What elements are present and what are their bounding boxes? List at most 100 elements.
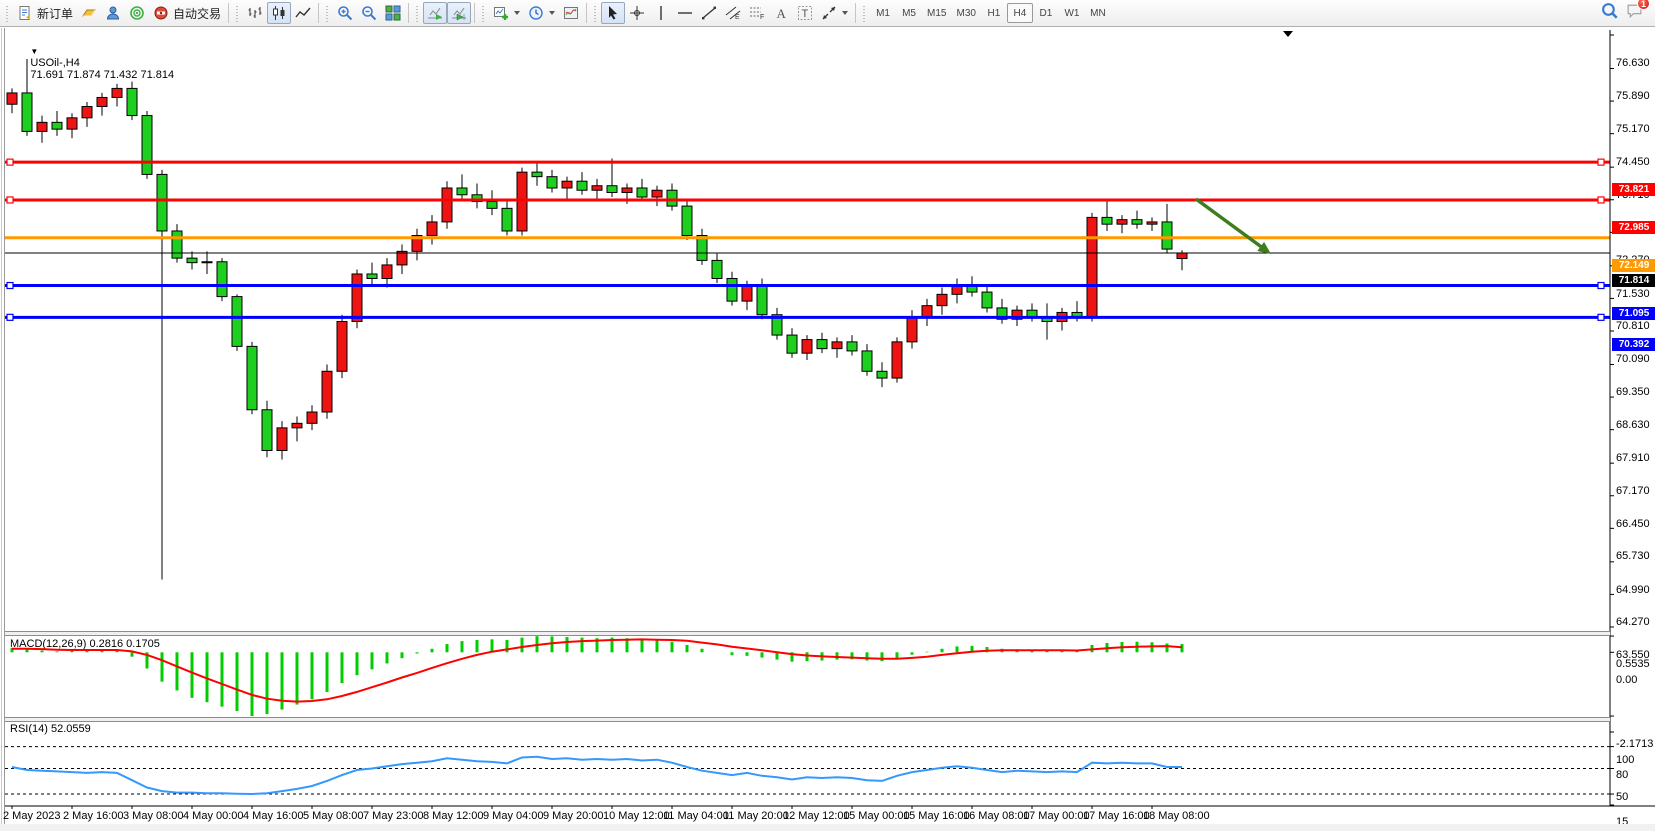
linechart-icon bbox=[295, 5, 311, 21]
newchart-icon bbox=[493, 5, 509, 21]
toolbar-group: E FAT bbox=[601, 0, 852, 26]
price-tick-label: 67.910 bbox=[1616, 452, 1650, 464]
mt4-window: 新订单 自动交易 E FAT M1M5M15M30H1H4D1W1MN 1 ▼ USOil… bbox=[0, 0, 1655, 831]
date-tick-label: 15 May 00:00 bbox=[843, 810, 910, 822]
toolbar-drag-handle[interactable] bbox=[593, 4, 598, 22]
macd-axis-label: -2.1713 bbox=[1616, 738, 1653, 750]
signal-icon-button[interactable] bbox=[125, 2, 149, 24]
main-toolbar: 新订单 自动交易 E FAT M1M5M15M30H1H4D1W1MN 1 bbox=[0, 0, 1655, 27]
toolbar-drag-handle[interactable] bbox=[862, 4, 867, 22]
chartshift-icon bbox=[451, 5, 467, 21]
indicators-button[interactable] bbox=[559, 2, 583, 24]
doc-icon bbox=[17, 5, 33, 21]
tile-icon bbox=[385, 5, 401, 21]
date-tick-label: 3 May 08:00 bbox=[123, 810, 184, 822]
chevron-down-icon[interactable] bbox=[514, 11, 520, 15]
trendline-button[interactable] bbox=[697, 2, 721, 24]
pane-separator-rsi[interactable] bbox=[5, 717, 1610, 722]
price-tick-label: 74.450 bbox=[1616, 156, 1650, 168]
zoom-out-button[interactable] bbox=[357, 2, 381, 24]
arrows-button[interactable] bbox=[817, 2, 852, 24]
zoomin-icon bbox=[337, 5, 353, 21]
chart-shift-button[interactable] bbox=[447, 2, 471, 24]
text-button[interactable]: A bbox=[769, 2, 793, 24]
date-tick-label: 4 May 16:00 bbox=[243, 810, 304, 822]
fibonacci-button[interactable]: F bbox=[745, 2, 769, 24]
timeframe-button-m5[interactable]: M5 bbox=[896, 3, 922, 23]
period-clock-button[interactable] bbox=[524, 2, 559, 24]
zoom-in-button[interactable] bbox=[333, 2, 357, 24]
toolbar-drag-handle[interactable] bbox=[5, 4, 10, 22]
price-tick-label: 69.350 bbox=[1616, 386, 1650, 398]
auto-scroll-button[interactable] bbox=[423, 2, 447, 24]
toolbar-group bbox=[243, 0, 315, 26]
crosshair-icon bbox=[629, 5, 645, 21]
macd-axis-label: 0.5535 bbox=[1616, 658, 1650, 670]
timeframe-button-w1[interactable]: W1 bbox=[1059, 3, 1085, 23]
person-icon bbox=[105, 5, 121, 21]
bars-icon bbox=[247, 5, 263, 21]
rsi-axis-label: 80 bbox=[1616, 769, 1628, 781]
candlestick-chart-button[interactable] bbox=[267, 2, 291, 24]
timeframe-button-m30[interactable]: M30 bbox=[951, 3, 980, 23]
toolbar-drag-handle[interactable] bbox=[325, 4, 330, 22]
bar-chart-button[interactable] bbox=[243, 2, 267, 24]
timeframe-button-d1[interactable]: D1 bbox=[1033, 3, 1059, 23]
price-tick-label: 65.730 bbox=[1616, 550, 1650, 562]
horizontal-line-button[interactable] bbox=[673, 2, 697, 24]
date-tick-label: 12 May 12:00 bbox=[783, 810, 850, 822]
pane-separator-macd[interactable] bbox=[5, 631, 1610, 636]
text-label-button[interactable]: T bbox=[793, 2, 817, 24]
date-tick-label: 9 May 04:00 bbox=[483, 810, 544, 822]
new-chart-button[interactable] bbox=[489, 2, 524, 24]
autoscroll-icon bbox=[427, 5, 443, 21]
signal-icon bbox=[129, 5, 145, 21]
timeframe-toolbar: M1M5M15M30H1H4D1W1MN bbox=[870, 0, 1111, 26]
tile-windows-button[interactable] bbox=[381, 2, 405, 24]
toolbar-drag-handle[interactable] bbox=[415, 4, 420, 22]
autotrading-button[interactable]: 自动交易 bbox=[149, 2, 225, 24]
price-tick-label: 64.990 bbox=[1616, 584, 1650, 596]
chart-window[interactable]: ▼ USOil-,H4 71.691 71.874 71.432 71.814 … bbox=[0, 28, 1655, 831]
toolbar-group bbox=[423, 0, 471, 26]
toolbar-group bbox=[333, 0, 405, 26]
toolbar-separator bbox=[474, 3, 475, 23]
vertical-line-button[interactable] bbox=[649, 2, 673, 24]
svg-text:T: T bbox=[802, 8, 809, 20]
date-tick-label: 2 May 2023 bbox=[3, 810, 60, 822]
hline-price-label: 72.985 bbox=[1612, 221, 1655, 234]
gold-wedge-icon-button[interactable] bbox=[77, 2, 101, 24]
price-tick-label: 70.810 bbox=[1616, 320, 1650, 332]
cursor-icon bbox=[605, 5, 621, 21]
date-tick-label: 11 May 20:00 bbox=[723, 810, 789, 822]
timeframe-button-m15[interactable]: M15 bbox=[922, 3, 951, 23]
chevron-down-icon[interactable] bbox=[549, 11, 555, 15]
hline-price-label: 71.095 bbox=[1612, 307, 1655, 320]
market-watch-icon-button[interactable] bbox=[101, 2, 125, 24]
line-chart-button[interactable] bbox=[291, 2, 315, 24]
zoomout-icon bbox=[361, 5, 377, 21]
toolbar-drag-handle[interactable] bbox=[235, 4, 240, 22]
toolbar-drag-handle[interactable] bbox=[481, 4, 486, 22]
timeframe-button-h4[interactable]: H4 bbox=[1007, 3, 1033, 23]
hline-price-label: 70.392 bbox=[1612, 338, 1655, 351]
crosshair-button[interactable] bbox=[625, 2, 649, 24]
toolbar-group: 新订单 自动交易 bbox=[13, 0, 225, 26]
new-order-button[interactable]: 新订单 bbox=[13, 2, 77, 24]
chart-canvas[interactable] bbox=[0, 28, 1655, 831]
hline-icon bbox=[677, 5, 693, 21]
timeframe-button-h1[interactable]: H1 bbox=[981, 3, 1007, 23]
cursor-button[interactable] bbox=[601, 2, 625, 24]
equidistant-channel-button[interactable]: E bbox=[721, 2, 745, 24]
gold-icon bbox=[81, 5, 97, 21]
status-strip bbox=[0, 824, 1655, 831]
notification-badge: 1 bbox=[1637, 0, 1650, 10]
chat-icon[interactable]: 1 bbox=[1626, 2, 1643, 24]
chevron-down-icon[interactable] bbox=[842, 11, 848, 15]
timeframe-button-m1[interactable]: M1 bbox=[870, 3, 896, 23]
svg-text:F: F bbox=[760, 14, 764, 21]
fibo-icon: F bbox=[749, 5, 765, 21]
template-icon bbox=[563, 5, 579, 21]
search-icon[interactable] bbox=[1601, 2, 1618, 24]
timeframe-button-mn[interactable]: MN bbox=[1085, 3, 1111, 23]
